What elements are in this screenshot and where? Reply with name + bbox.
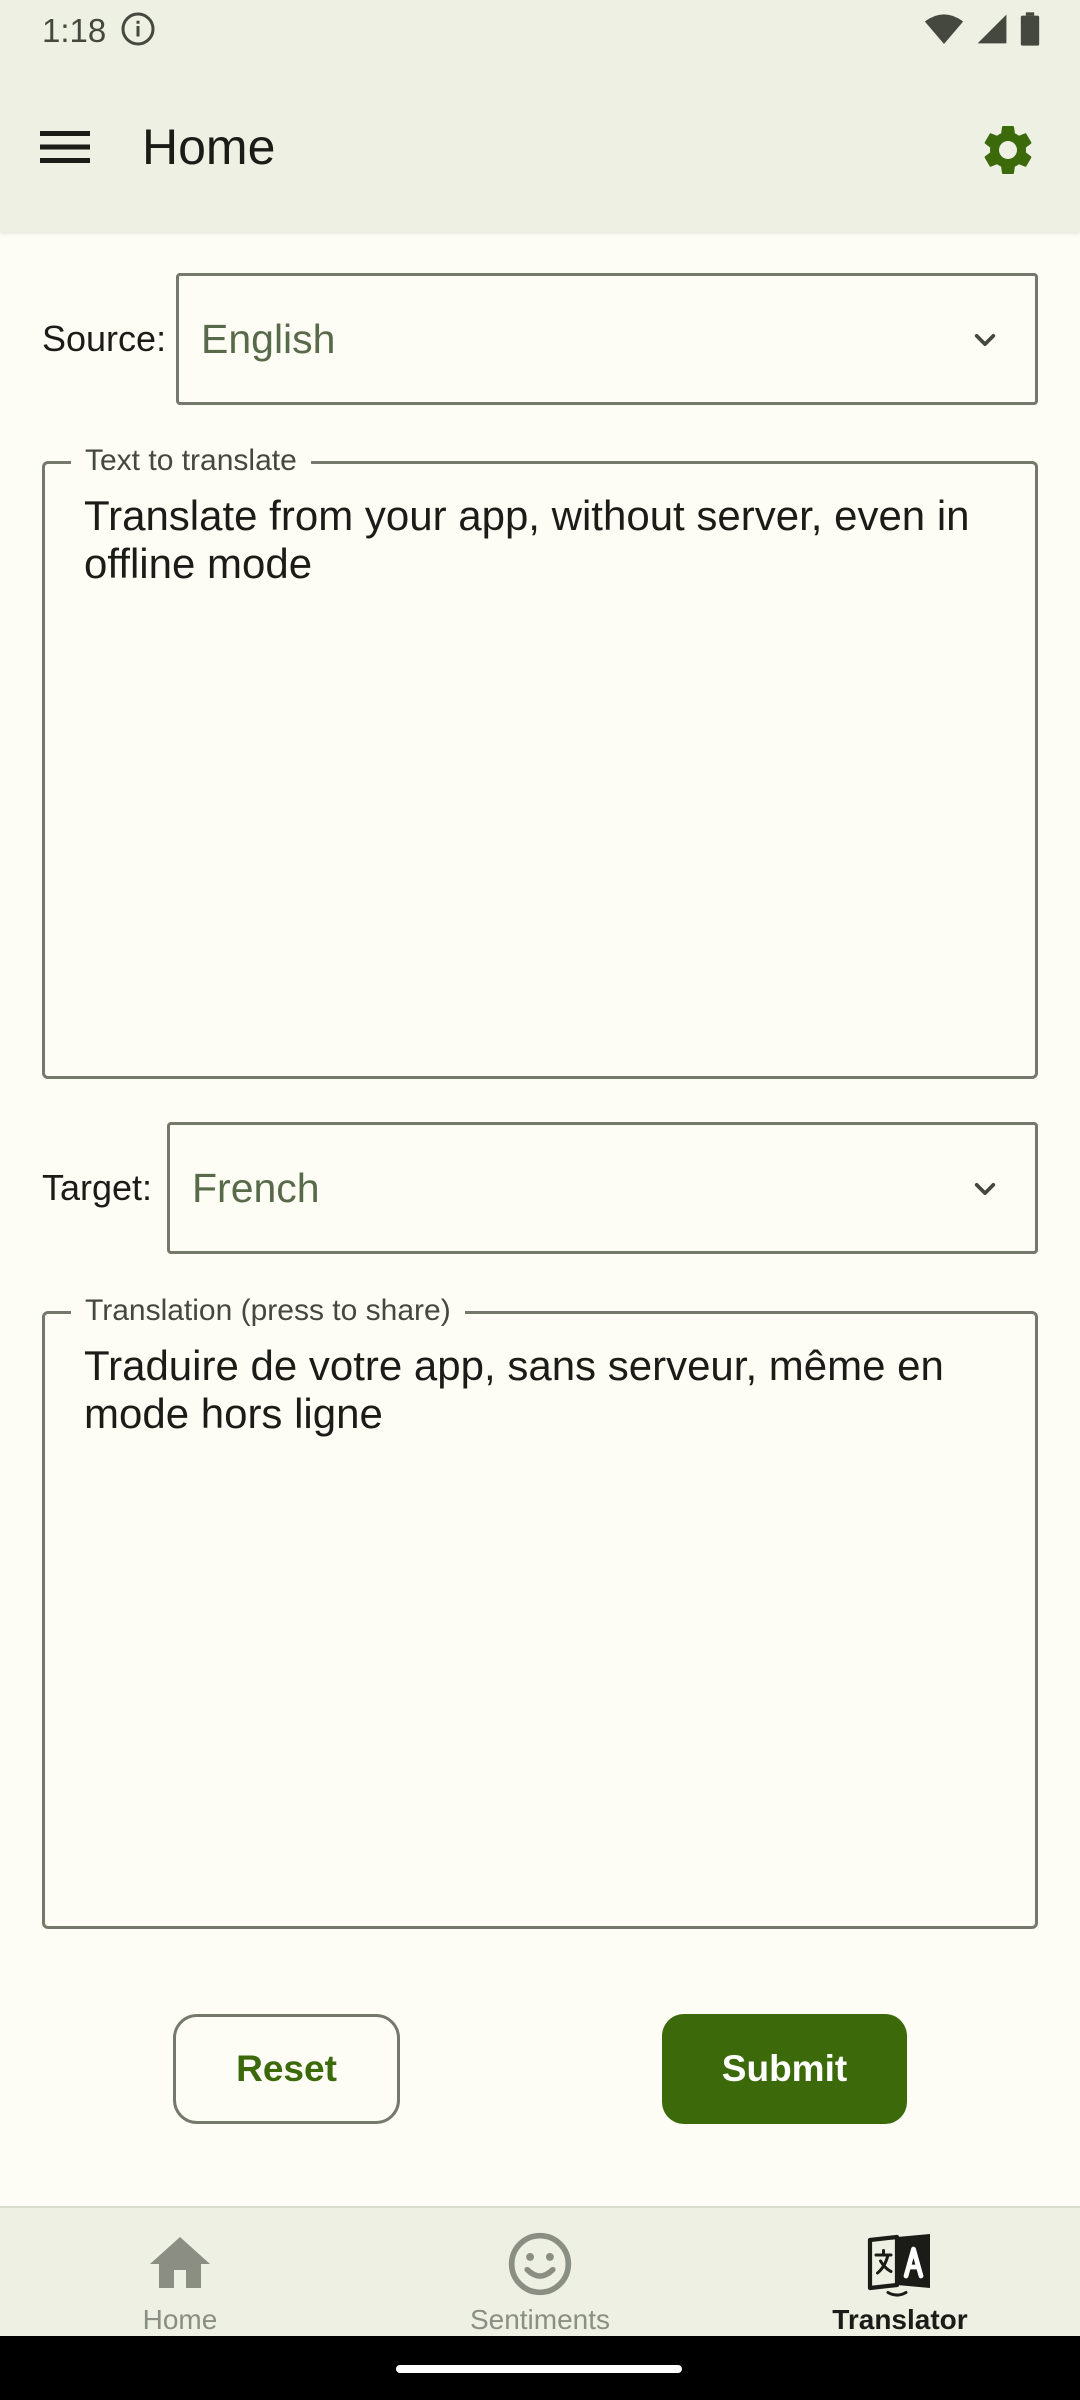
status-time: 1:18	[42, 12, 107, 49]
target-language-value: French	[192, 1164, 320, 1211]
wifi-icon	[924, 12, 964, 51]
reset-button[interactable]: Reset	[173, 2014, 400, 2124]
info-icon	[120, 11, 156, 52]
text-to-translate-field[interactable]: Text to translate Translate from your ap…	[42, 444, 1038, 1079]
home-gesture-handle[interactable]	[396, 2365, 682, 2373]
gear-icon	[984, 125, 1032, 174]
source-row: Source: English	[42, 273, 1038, 405]
source-language-select[interactable]: English	[176, 273, 1038, 405]
text-to-translate-label: Text to translate	[71, 444, 311, 478]
target-language-select[interactable]: French	[167, 1122, 1038, 1254]
app-bar: Home	[0, 62, 1080, 232]
battery-icon	[1020, 11, 1040, 51]
translation-value: Traduire de votre app, sans serveur, mêm…	[84, 1342, 944, 1437]
translate-icon	[862, 2226, 938, 2302]
status-left: 1:18	[42, 11, 156, 52]
smiley-icon	[502, 2226, 578, 2302]
source-label: Source:	[42, 318, 167, 359]
home-icon	[142, 2226, 218, 2302]
hamburger-menu-icon	[40, 131, 90, 163]
translation-field[interactable]: Translation (press to share) Traduire de…	[42, 1294, 1038, 1929]
text-to-translate-value: Translate from your app, without server,…	[84, 492, 970, 587]
target-label: Target:	[42, 1167, 153, 1208]
nav-item-home[interactable]: Home	[0, 2208, 360, 2336]
translation-label: Translation (press to share)	[71, 1294, 465, 1328]
gesture-bar	[0, 2336, 1080, 2400]
nav-item-sentiments[interactable]: Sentiments	[360, 2208, 720, 2336]
chevron-down-icon	[974, 334, 996, 346]
nav-label-home: Home	[142, 2304, 218, 2335]
signal-icon	[976, 13, 1008, 50]
menu-button[interactable]	[40, 122, 90, 172]
status-icons	[924, 11, 1040, 51]
nav-item-translator[interactable]: Translator	[720, 2208, 1080, 2336]
bottom-navigation: Home Sentiments Translator	[0, 2206, 1080, 2336]
page-title: Home	[142, 119, 276, 175]
source-language-value: English	[201, 315, 336, 362]
target-row: Target: French	[42, 1122, 1038, 1254]
status-bar: 1:18	[0, 0, 1080, 62]
submit-button[interactable]: Submit	[662, 2014, 907, 2124]
chevron-down-icon	[974, 1183, 996, 1195]
nav-label-sentiments: Sentiments	[469, 2304, 611, 2335]
nav-label-translator: Translator	[832, 2304, 968, 2335]
settings-button[interactable]	[976, 118, 1040, 182]
